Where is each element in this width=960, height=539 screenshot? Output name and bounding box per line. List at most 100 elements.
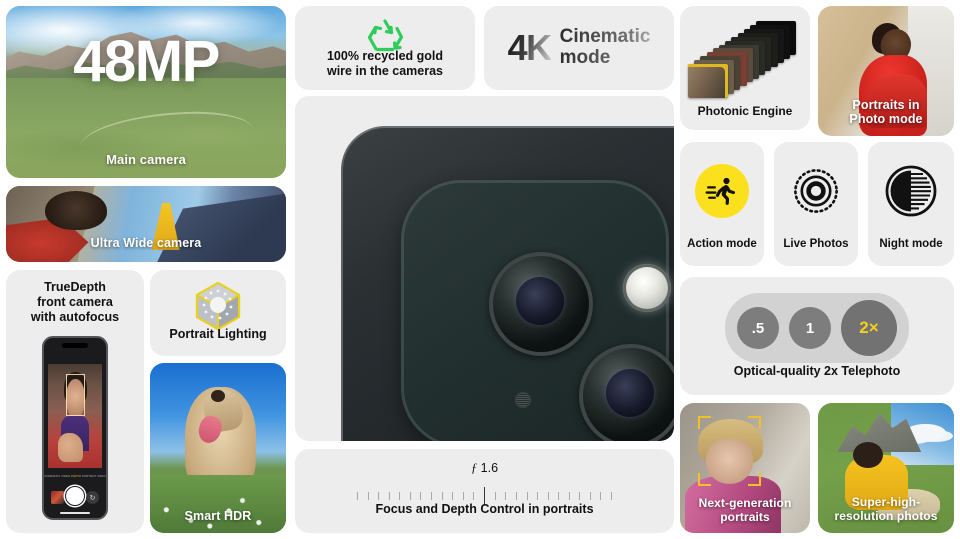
camera-mode-cinematic[interactable]: CINEMATIC bbox=[44, 475, 60, 478]
aperture-symbol: ƒ bbox=[470, 461, 478, 475]
aperture-tick[interactable] bbox=[473, 492, 475, 500]
photonic-engine-label: Photonic Engine bbox=[697, 103, 793, 118]
night-mode-icon bbox=[884, 164, 938, 223]
action-mode-label: Action mode bbox=[687, 238, 757, 251]
flower-field bbox=[150, 475, 286, 533]
aperture-tick[interactable] bbox=[452, 492, 454, 500]
aperture-tick[interactable] bbox=[515, 492, 517, 500]
aperture-tick[interactable] bbox=[537, 492, 539, 500]
aperture-tick[interactable] bbox=[505, 492, 507, 500]
aperture-tick[interactable] bbox=[378, 492, 380, 500]
ultra-wide-caption: Ultra Wide camera bbox=[90, 236, 202, 250]
zoom-option-half[interactable]: .5 bbox=[737, 307, 779, 349]
super-high-res-card[interactable]: Super-high- resolution photos bbox=[818, 403, 954, 533]
zoom-option-1x[interactable]: 1 bbox=[789, 307, 831, 349]
camera-module-card[interactable] bbox=[295, 96, 674, 441]
portraits-photo-mode-card[interactable]: Portraits in Photo mode bbox=[818, 6, 954, 136]
recycled-gold-line1: 100% recycled gold bbox=[326, 49, 444, 63]
smart-hdr-card[interactable]: Smart HDR bbox=[150, 363, 286, 533]
iphone-mockup: CINEMATIC VIDEO PHOTO PORTRAIT PANO ↻ bbox=[42, 336, 108, 520]
truedepth-label-line3: with autofocus bbox=[30, 310, 120, 324]
cinematic-mode-card[interactable]: 4K Cinematic mode bbox=[484, 6, 674, 90]
ngp-caption-line1: Next-generation bbox=[698, 496, 792, 511]
portraits-caption-line1: Portraits in bbox=[852, 98, 920, 112]
frame-stack-icon bbox=[688, 18, 804, 100]
camera-mode-photo[interactable]: PHOTO bbox=[71, 475, 81, 478]
portrait-lighting-card[interactable]: Portrait Lighting bbox=[150, 270, 286, 356]
home-indicator bbox=[60, 512, 90, 514]
aperture-tick[interactable] bbox=[441, 492, 443, 500]
aperture-tick[interactable] bbox=[526, 492, 528, 500]
live-photos-label: Live Photos bbox=[783, 238, 849, 251]
aperture-tick[interactable] bbox=[420, 492, 422, 500]
live-photos-card[interactable]: Live Photos bbox=[774, 142, 858, 266]
truedepth-label-line1: TrueDepth bbox=[44, 280, 106, 294]
aperture-tick[interactable] bbox=[357, 492, 358, 500]
aperture-tick[interactable] bbox=[399, 492, 401, 500]
truedepth-label: TrueDepth front camera with autofocus bbox=[6, 280, 144, 325]
smart-hdr-caption: Smart HDR bbox=[184, 509, 252, 523]
night-mode-card[interactable]: Night mode bbox=[868, 142, 954, 266]
aperture-tick[interactable] bbox=[568, 492, 570, 500]
truedepth-camera-card[interactable]: TrueDepth front camera with autofocus CI… bbox=[6, 270, 144, 533]
running-person-icon bbox=[695, 164, 749, 218]
camera-mode-selector[interactable]: CINEMATIC VIDEO PHOTO PORTRAIT PANO bbox=[44, 472, 106, 480]
ultra-wide-photo bbox=[6, 186, 286, 262]
zoom-selector[interactable]: .5 1 2× bbox=[725, 293, 909, 363]
truedepth-label-line2: front camera bbox=[37, 295, 113, 309]
flip-camera-icon[interactable]: ↻ bbox=[86, 491, 99, 504]
cinematic-mode-label: Cinematic mode bbox=[560, 27, 651, 68]
aperture-tick[interactable] bbox=[462, 492, 464, 500]
main-lens bbox=[489, 252, 593, 356]
dog-nose bbox=[211, 390, 225, 403]
camera-mode-video[interactable]: VIDEO bbox=[61, 475, 70, 478]
microphone-icon bbox=[515, 392, 531, 408]
ngp-caption-line2: portraits bbox=[720, 509, 770, 524]
camera-viewfinder bbox=[48, 364, 102, 468]
aperture-tick[interactable] bbox=[367, 492, 369, 500]
live-photos-icon bbox=[789, 164, 843, 223]
focus-frame-corner bbox=[698, 473, 712, 487]
focus-frame-icon bbox=[698, 416, 761, 487]
portraits-caption-line2: Photo mode bbox=[849, 112, 923, 126]
shp-caption-line2: resolution photos bbox=[834, 508, 938, 523]
telephoto-zoom-card[interactable]: .5 1 2× Optical-quality 2x Telephoto bbox=[680, 277, 954, 395]
aperture-tick[interactable] bbox=[430, 492, 432, 500]
telephoto-label: Optical-quality 2x Telephoto bbox=[733, 364, 901, 378]
aperture-tick[interactable] bbox=[409, 492, 411, 500]
subject-arm bbox=[57, 432, 83, 462]
photo-library-thumbnail[interactable] bbox=[51, 491, 64, 504]
recycled-gold-card[interactable]: 100% recycled gold wire in the cameras bbox=[295, 6, 475, 90]
dynamic-island bbox=[62, 343, 88, 348]
aperture-tick[interactable] bbox=[558, 492, 560, 500]
aperture-tick[interactable] bbox=[494, 492, 496, 500]
camera-mode-portrait[interactable]: PORTRAIT bbox=[82, 475, 97, 478]
aperture-tick[interactable] bbox=[579, 492, 581, 500]
recycled-gold-line2: wire in the cameras bbox=[326, 64, 444, 78]
aperture-tick[interactable] bbox=[589, 492, 591, 500]
stack-frame bbox=[688, 64, 728, 98]
aperture-tick[interactable] bbox=[388, 492, 390, 500]
resolution-label: 4K bbox=[507, 27, 553, 68]
aperture-tick[interactable] bbox=[600, 492, 602, 500]
focus-depth-card[interactable]: ƒ 1.6 Focus and Depth Control in portrai… bbox=[295, 449, 674, 533]
person-legs bbox=[157, 193, 286, 262]
main-camera-card[interactable]: 48MP Main camera bbox=[6, 6, 286, 178]
super-high-res-caption: Super-high- resolution photos bbox=[818, 495, 954, 523]
focus-depth-label: Focus and Depth Control in portraits bbox=[375, 502, 594, 516]
portrait-lighting-label: Portrait Lighting bbox=[169, 327, 267, 341]
aperture-number: 1.6 bbox=[480, 461, 499, 475]
ultra-wide-camera-card[interactable]: Ultra Wide camera bbox=[6, 186, 286, 262]
zoom-option-2x[interactable]: 2× bbox=[841, 300, 897, 356]
cinematic-line2: mode bbox=[559, 47, 611, 68]
aperture-tick[interactable] bbox=[547, 492, 549, 500]
focus-frame-corner bbox=[698, 416, 712, 429]
next-gen-portraits-card[interactable]: Next-generation portraits bbox=[680, 403, 810, 533]
true-tone-flash-icon bbox=[623, 264, 671, 312]
camera-mode-pano[interactable]: PANO bbox=[98, 475, 106, 478]
action-mode-card[interactable]: Action mode bbox=[680, 142, 764, 266]
photonic-engine-card[interactable]: Photonic Engine bbox=[680, 6, 810, 130]
aperture-tick[interactable] bbox=[611, 492, 612, 500]
recycled-gold-label: 100% recycled gold wire in the cameras bbox=[295, 49, 475, 79]
shutter-button[interactable] bbox=[65, 486, 85, 506]
